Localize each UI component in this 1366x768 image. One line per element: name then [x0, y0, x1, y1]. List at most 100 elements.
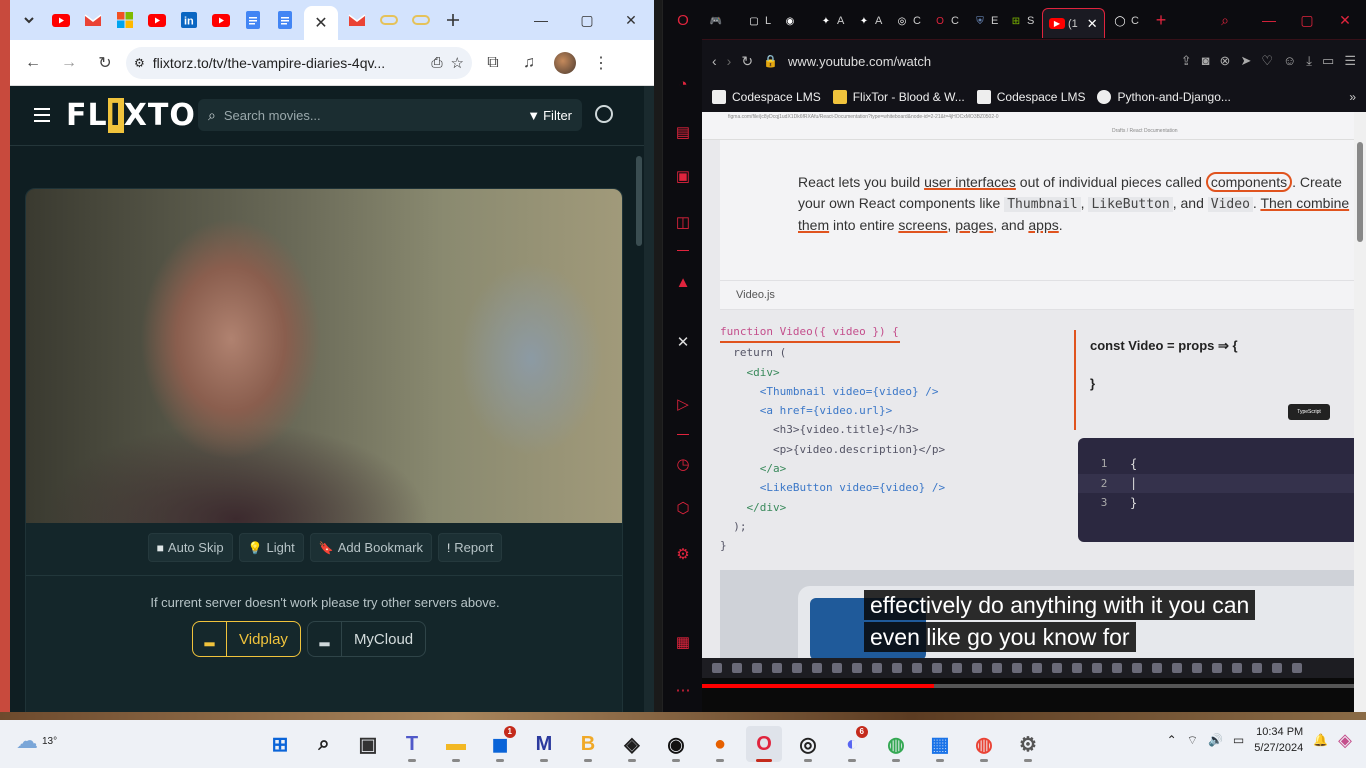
discord-icon[interactable]: ◐ 6 [834, 726, 870, 762]
tab-gmail-2[interactable] [344, 7, 370, 33]
auto-skip-button[interactable]: ■ Auto Skip [147, 533, 233, 562]
back-icon[interactable]: ← [18, 48, 48, 78]
settings-icon[interactable]: ⚙ [1010, 726, 1046, 762]
tab-gmail[interactable] [80, 7, 106, 33]
github-icon[interactable]: ◉ [658, 726, 694, 762]
bookmark-codespace-2[interactable]: Codespace LMS [976, 90, 1085, 104]
video-progress-bar[interactable] [702, 678, 1366, 712]
lock-icon[interactable]: 🔒 [763, 54, 778, 68]
battery-icon[interactable]: ▭ [1322, 53, 1334, 69]
volume-icon[interactable]: 🔊 [1208, 733, 1223, 747]
opera-tab-4[interactable]: ✦ A [818, 10, 845, 32]
maximize-icon[interactable]: ▢ [564, 0, 610, 40]
app-b-icon[interactable]: B [570, 726, 606, 762]
scrollbar-thumb[interactable] [1357, 142, 1363, 242]
server-mycloud[interactable]: ▂ MyCloud [306, 621, 427, 657]
tab-search-icon[interactable]: ⌕ [1210, 8, 1240, 32]
profile-avatar[interactable] [550, 48, 580, 78]
tab-youtube-2[interactable] [144, 7, 170, 33]
history-icon[interactable]: ◷ [671, 452, 695, 476]
opera-logo-icon[interactable]: O [671, 8, 695, 32]
bookmark-star-icon[interactable]: ☆ [451, 54, 464, 72]
chevron-up-icon[interactable]: ⌃ [1167, 733, 1177, 747]
clock[interactable]: 10:34 PM 5/27/2024 [1254, 724, 1303, 756]
chrome-alt-icon[interactable]: ◍ [966, 726, 1002, 762]
search-icon[interactable]: ⌕ [306, 726, 342, 762]
opera-tab-5[interactable]: ✦ A [856, 10, 883, 32]
search-input[interactable] [223, 107, 520, 123]
address-url[interactable]: www.youtube.com/watch [788, 54, 1038, 69]
new-tab-plus-icon[interactable]: + [1146, 8, 1176, 32]
flixtor-logo[interactable]: FLIXTOR [66, 98, 220, 133]
filter-button[interactable]: ▼ Filter [527, 108, 572, 123]
site-info-icon[interactable]: ⚙ [134, 56, 145, 70]
hamburger-menu-icon[interactable] [34, 108, 50, 122]
app-dark-icon[interactable]: ◎ [790, 726, 826, 762]
reload-icon[interactable]: ↻ [90, 48, 120, 78]
wifi-icon[interactable]: ⌔ [1187, 733, 1198, 748]
store-icon[interactable]: ◼ 1 [482, 726, 518, 762]
forward-icon[interactable]: › [727, 53, 732, 69]
download-icon[interactable]: ⤓ [1306, 53, 1312, 69]
scrollbar-thumb[interactable] [636, 156, 642, 246]
tab-linkedin[interactable]: in [176, 7, 202, 33]
opera-tab-2[interactable]: ▢ L [746, 10, 771, 32]
minimize-icon[interactable]: — [1254, 8, 1284, 32]
battery-icon[interactable]: ▭ [1233, 733, 1244, 747]
address-bar[interactable]: ⚙ flixtorz.to/tv/the-vampire-diaries-4qv… [126, 46, 472, 79]
teams-icon[interactable]: T [394, 726, 430, 762]
app-m-icon[interactable]: M [526, 726, 562, 762]
aria-icon[interactable]: ▲ [671, 270, 695, 294]
copilot-icon[interactable]: ◈ [1338, 730, 1352, 751]
tab-link-1[interactable] [376, 7, 402, 33]
new-tab-plus-icon[interactable] [440, 7, 466, 33]
page-scrollbar[interactable] [634, 146, 644, 712]
minimize-icon[interactable]: — [518, 0, 564, 40]
youtube-video-frame[interactable]: figma.com/file/jc8yDcqj1udX1Dk6fRXAfu/Re… [702, 112, 1366, 712]
opera-tab-11[interactable]: ◯ C [1112, 10, 1139, 32]
easy-setup-icon[interactable]: ☰ [1344, 53, 1356, 69]
close-icon[interactable]: ✕ [608, 0, 654, 40]
opera-tab-8[interactable]: ⛨ E [972, 10, 998, 32]
tab-docs-2[interactable] [272, 7, 298, 33]
chrome-menu-icon[interactable]: ⋮ [586, 48, 616, 78]
firefox-icon[interactable]: ● [702, 726, 738, 762]
bookmark-flixtor[interactable]: FlixTor - Blood & W... [832, 90, 965, 104]
start-icon[interactable]: ⊞ [262, 726, 298, 762]
tab-active-close-icon[interactable]: ✕ [304, 6, 338, 40]
block-icon[interactable]: ⊗ [1220, 53, 1231, 69]
report-button[interactable]: ! Report [437, 533, 503, 562]
tab-microsoft[interactable] [112, 7, 138, 33]
light-button[interactable]: 💡 Light [238, 533, 304, 562]
instagram-icon[interactable]: ◫ [671, 210, 695, 234]
tab-close-icon[interactable]: ✕ [1087, 16, 1098, 32]
tab-link-2[interactable] [408, 7, 434, 33]
send-icon[interactable]: ➤ [1240, 53, 1251, 69]
opera-tab-6[interactable]: ◎ C [894, 10, 921, 32]
notification-bell-icon[interactable]: 🔔 [1313, 733, 1328, 747]
opera-icon[interactable]: O [746, 726, 782, 762]
settings-icon[interactable]: ⚙ [671, 542, 695, 566]
server-vidplay[interactable]: ▂ Vidplay [192, 621, 301, 657]
reload-icon[interactable]: ↻ [741, 53, 753, 70]
account-icon[interactable]: ☺ [1283, 53, 1296, 69]
player-icon[interactable]: ▷ [671, 392, 695, 416]
twitch-icon[interactable]: ▣ [671, 164, 695, 188]
close-icon[interactable]: ✕ [1330, 8, 1360, 32]
opera-tab-9[interactable]: ⊞ S [1008, 10, 1035, 32]
opera-tab-youtube-active[interactable]: ▶ (1 ✕ [1042, 8, 1105, 38]
maximize-icon[interactable]: ▢ [1292, 8, 1322, 32]
opera-tab-7[interactable]: OC [932, 10, 959, 32]
tab-docs-1[interactable] [240, 7, 266, 33]
extensions-icon[interactable]: ⧉ [478, 48, 508, 78]
opera-tab-3[interactable]: ◉ [782, 10, 798, 32]
figma-icon[interactable]: ◈ [614, 726, 650, 762]
tab-youtube-3[interactable] [208, 7, 234, 33]
media-control-icon[interactable]: ♫ [514, 48, 544, 78]
opera-tab-1[interactable]: 🎮 [708, 10, 724, 32]
add-bookmark-button[interactable]: 🔖 Add Bookmark [309, 533, 432, 562]
weather-widget[interactable]: ☁ 13° [16, 728, 57, 754]
forward-icon[interactable]: → [54, 48, 84, 78]
task-view-icon[interactable]: ▣ [350, 726, 386, 762]
bookmarks-more-icon[interactable]: » [1349, 90, 1356, 104]
